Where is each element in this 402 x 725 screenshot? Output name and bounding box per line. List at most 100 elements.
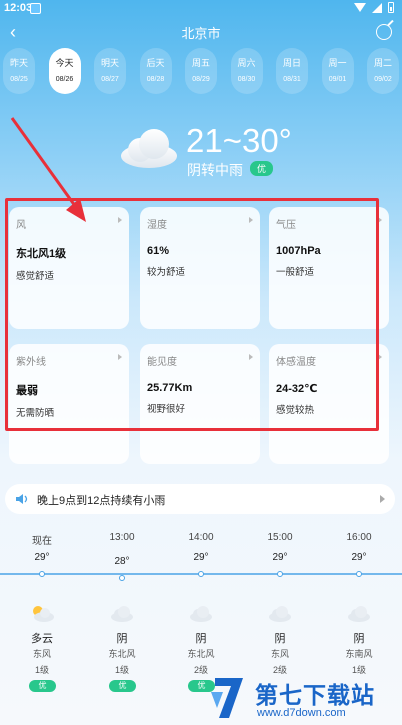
chevron-right-icon: [118, 354, 122, 360]
hour-time: 14:00: [188, 532, 214, 543]
day-tab-date: 08/28: [146, 76, 165, 83]
speaker-icon: [16, 494, 28, 504]
card-value: 最弱: [16, 385, 38, 397]
rain-notice[interactable]: 晚上9点到12点持续有小雨: [5, 484, 395, 514]
hour-time: 15:00: [267, 532, 293, 543]
chevron-right-icon: [249, 217, 253, 223]
day-tab-name: 周六: [237, 58, 256, 68]
day-tab-name: 周二: [373, 58, 392, 68]
card-desc: 较为舒适: [147, 267, 186, 278]
card-value: 61%: [147, 245, 170, 257]
current-temp: 21~30°: [186, 122, 292, 159]
day-tab-name: 昨天: [9, 58, 28, 68]
temp-point: [119, 575, 125, 581]
detail-card[interactable]: 气压 1007hPa 一般舒适: [269, 207, 389, 329]
app-notification-icon: [30, 3, 41, 14]
card-desc: 视野很好: [147, 404, 186, 415]
cloud-icon: [189, 604, 213, 622]
status-bar: 12:03: [0, 0, 402, 18]
day-tab[interactable]: 昨天 08/25: [3, 48, 35, 94]
annotation-arrow-icon: [10, 117, 86, 222]
d7-logo-icon: [211, 678, 243, 718]
card-label: 体感温度: [276, 357, 316, 368]
day-tab-date: 08/25: [10, 76, 28, 83]
day-tab[interactable]: 后天 08/28: [139, 48, 172, 94]
card-value: 24-32℃: [276, 383, 318, 395]
edit-icon[interactable]: [376, 24, 392, 40]
day-tab-name: 周日: [282, 58, 301, 68]
day-tab[interactable]: 今天 08/26: [48, 48, 81, 94]
city-title: 北京市: [181, 26, 221, 41]
hour-temp: 28°: [114, 556, 130, 567]
day-tab[interactable]: 明天 08/27: [94, 48, 126, 94]
watermark-title: 第七下载站: [255, 682, 375, 708]
detail-card[interactable]: 能见度 25.77Km 视野很好: [140, 344, 260, 464]
card-value: 东北风1级: [16, 248, 67, 260]
status-icons: [354, 2, 394, 13]
card-label: 紫外线: [16, 357, 46, 368]
hour-wind: 东北风: [187, 649, 215, 659]
day-tab[interactable]: 周六 08/30: [230, 48, 263, 94]
hour-time: 现在: [32, 536, 52, 547]
hour-temp: 29°: [34, 552, 50, 563]
temp-point: [277, 571, 283, 577]
day-tab-date: 08/26: [55, 76, 74, 83]
cloud-icon: [347, 604, 371, 622]
hour-wind: 东风: [32, 649, 51, 659]
day-tab-date: 08/31: [283, 76, 301, 83]
day-tab-date: 09/02: [374, 76, 392, 83]
detail-card[interactable]: 体感温度 24-32℃ 感觉较热: [269, 344, 389, 464]
hour-wind: 东南风: [345, 649, 373, 659]
hour-time: 13:00: [109, 532, 135, 543]
card-desc: 一般舒适: [276, 267, 315, 278]
hour-condition: 多云: [31, 633, 53, 645]
partly-cloudy-icon: [30, 604, 54, 622]
card-desc: 感觉舒适: [16, 271, 55, 282]
card-label: 能见度: [147, 357, 177, 368]
hour-wind-level: 1级: [34, 665, 49, 675]
card-value: 1007hPa: [276, 245, 321, 257]
day-tabs: 昨天 08/25 今天 08/26 明天 08/27 后天 08/28 周五 08/29 周六 08/…: [3, 48, 399, 94]
detail-card[interactable]: 湿度 61% 较为舒适: [140, 207, 260, 329]
temp-point: [356, 571, 362, 577]
day-tab[interactable]: 周二 09/02: [367, 48, 399, 94]
day-tab-date: 08/30: [237, 76, 256, 83]
card-desc: 无需防晒: [16, 408, 55, 419]
chevron-right-icon: [118, 217, 122, 223]
hour-column[interactable]: 现在 29° 多云东风 1级优: [17, 532, 67, 702]
cloud-icon: [110, 604, 134, 622]
hour-temp: 29°: [193, 552, 209, 563]
card-label: 湿度: [147, 220, 167, 231]
hour-wind-level: 1级: [114, 665, 129, 675]
card-value: 25.77Km: [147, 382, 193, 394]
day-tab-date: 08/27: [101, 76, 119, 83]
aqi-badge[interactable]: 优: [250, 161, 274, 176]
day-tab[interactable]: 周五 08/29: [185, 48, 217, 94]
hour-condition: 阴: [274, 633, 286, 645]
hour-temp: 29°: [351, 552, 367, 563]
hour-column[interactable]: 13:00 28° 阴东北风 1级优: [97, 532, 147, 702]
day-tab-name: 周一: [328, 58, 347, 68]
day-tab-date: 08/29: [192, 76, 210, 83]
notice-text: 晚上9点到12点持续有小雨: [37, 495, 166, 507]
day-tab[interactable]: 周日 08/31: [276, 48, 308, 94]
hour-temp: 29°: [272, 552, 288, 563]
details-grid: 风东北风1级 感觉舒适 湿度 61% 较为舒适 气压 1007hPa 一般舒适 紫外线 最弱 无需防…: [6, 207, 396, 465]
day-tab-name: 周五: [191, 58, 210, 68]
day-tab-name: 明天: [100, 58, 119, 68]
chevron-right-icon: [378, 217, 382, 223]
status-time: 12:03: [4, 2, 33, 14]
signal-icon: [372, 2, 382, 13]
cloud-icon: [121, 129, 177, 168]
day-tab[interactable]: 周一 09/01: [321, 48, 354, 94]
hour-condition: 阴: [353, 633, 365, 645]
battery-icon: [388, 2, 394, 13]
hour-wind: 东北风: [108, 649, 136, 659]
detail-card[interactable]: 紫外线 最弱 无需防晒: [9, 344, 129, 464]
card-label: 气压: [276, 220, 296, 231]
day-tab-name: 后天: [146, 58, 165, 68]
hour-aqi-badge: 优: [29, 680, 56, 692]
watermark: 第七下载站 www.d7down.com: [205, 670, 402, 725]
hour-wind: 东风: [270, 649, 289, 659]
hour-condition: 阴: [116, 633, 128, 645]
